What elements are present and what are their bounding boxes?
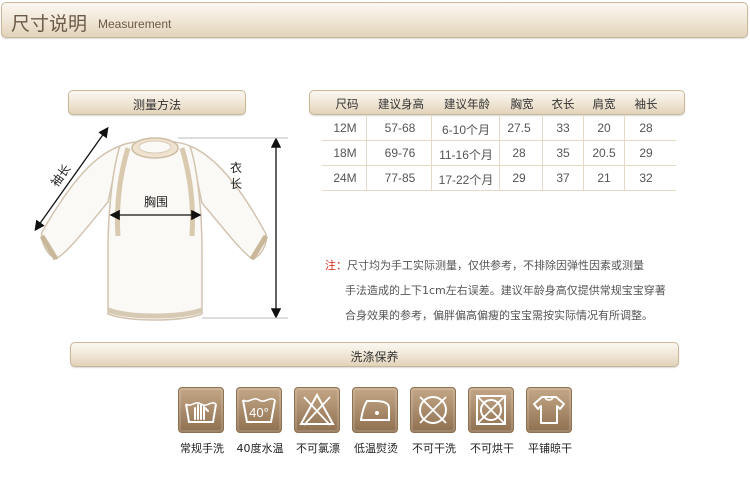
note-line-2: 手法造成的上下1cm左右误差。建议年龄身高仅提供常规宝宝穿著 xyxy=(345,284,666,297)
table-cell: 27.5 xyxy=(507,121,531,135)
care-item-no-dry-clean: 不可干洗 xyxy=(410,387,458,455)
size-note: 注：尺寸均为手工实际测量，仅供参考，不排除因弹性因素或测量 手法造成的上下1cm… xyxy=(325,253,680,328)
care-item-hand-wash: 常规手洗 xyxy=(178,387,226,455)
table-cell: 20 xyxy=(597,121,611,135)
table-cell: 33 xyxy=(556,121,570,135)
care-label-no-bleach: 不可氯漂 xyxy=(296,442,340,455)
care-label-low-iron: 低温熨烫 xyxy=(354,442,398,455)
wash-40-text: 40° xyxy=(249,405,269,420)
care-item-low-iron: 低温熨烫 xyxy=(352,387,400,455)
page-title: 尺寸说明 xyxy=(11,13,88,35)
table-cell: 24M xyxy=(333,171,357,185)
col-header-height: 建议身高 xyxy=(378,97,424,111)
table-cell: 28 xyxy=(639,121,653,135)
care-label-hand-wash: 常规手洗 xyxy=(180,442,224,455)
table-cell: 17-22个月 xyxy=(438,173,494,187)
table-cell: 18M xyxy=(333,146,357,160)
no-tumble-dry-icon xyxy=(468,387,514,433)
care-label-dry-flat: 平铺晾干 xyxy=(528,442,572,455)
row-divider xyxy=(322,190,676,191)
garment-diagram: 袖长 胸围 xyxy=(34,126,288,321)
col-header-size: 尺码 xyxy=(335,97,359,111)
note-line-3: 合身效果的参考，偏胖偏高偏瘦的宝宝需按实际情况有所调整。 xyxy=(345,309,653,322)
care-item-wash-40: 40° 40度水温 xyxy=(236,387,284,455)
col-header-sleeve: 袖长 xyxy=(634,97,658,111)
table-cell: 28 xyxy=(512,146,526,160)
col-header-length: 衣长 xyxy=(551,97,575,111)
care-label-no-dry-clean: 不可干洗 xyxy=(412,442,456,455)
care-item-no-tumble-dry: 不可烘干 xyxy=(468,387,516,455)
size-table-header: 尺码 建议身高 建议年龄 胸宽 衣长 肩宽 袖长 xyxy=(309,90,685,115)
col-divider xyxy=(624,116,625,190)
table-cell: 12M xyxy=(333,121,357,135)
note-line-1: 尺寸均为手工实际测量，仅供参考，不排除因弹性因素或测量 xyxy=(347,259,644,272)
table-cell: 6-10个月 xyxy=(441,123,491,137)
table-cell: 69-76 xyxy=(384,146,416,160)
measure-method-label: 测量方法 xyxy=(132,98,181,112)
col-header-chest: 胸宽 xyxy=(510,97,534,111)
note-prefix: 注： xyxy=(325,259,347,272)
col-divider xyxy=(366,116,367,190)
care-item-no-bleach: 不可氯漂 xyxy=(294,387,342,455)
table-cell: 29 xyxy=(512,171,526,185)
care-label-no-tumble-dry: 不可烘干 xyxy=(470,442,514,455)
col-divider xyxy=(542,116,543,190)
care-label: 洗涤保养 xyxy=(350,350,399,364)
care-label-wash-40: 40度水温 xyxy=(236,442,284,455)
table-cell: 21 xyxy=(597,171,611,185)
col-divider xyxy=(431,116,432,190)
col-header-shoulder: 肩宽 xyxy=(592,97,616,111)
wash-40-icon: 40° xyxy=(236,387,282,433)
dry-flat-icon xyxy=(526,387,572,433)
care-bar: 洗涤保养 xyxy=(70,342,679,367)
care-item-dry-flat: 平铺晾干 xyxy=(526,387,574,455)
measure-method-bar: 测量方法 xyxy=(68,90,246,115)
table-cell: 11-16个月 xyxy=(439,148,493,162)
table-cell: 77-85 xyxy=(384,171,416,185)
col-header-age: 建议年龄 xyxy=(444,97,490,111)
hand-wash-icon xyxy=(178,387,224,433)
table-cell: 20.5 xyxy=(592,146,616,160)
page-subtitle: Measurement xyxy=(98,17,172,31)
no-dry-clean-icon xyxy=(410,387,456,433)
chest-label: 胸围 xyxy=(144,194,168,209)
low-iron-icon xyxy=(352,387,398,433)
length-label: 衣长 xyxy=(230,161,243,191)
table-cell: 37 xyxy=(556,171,570,185)
sleeve-label: 袖长 xyxy=(47,161,73,189)
col-divider xyxy=(583,116,584,190)
table-cell: 32 xyxy=(639,171,653,185)
no-bleach-icon xyxy=(294,387,340,433)
col-divider xyxy=(499,116,500,190)
table-cell: 57-68 xyxy=(384,121,416,135)
table-cell: 29 xyxy=(639,146,653,160)
header-bar: 尺寸说明 Measurement xyxy=(1,2,748,38)
table-cell: 35 xyxy=(556,146,570,160)
